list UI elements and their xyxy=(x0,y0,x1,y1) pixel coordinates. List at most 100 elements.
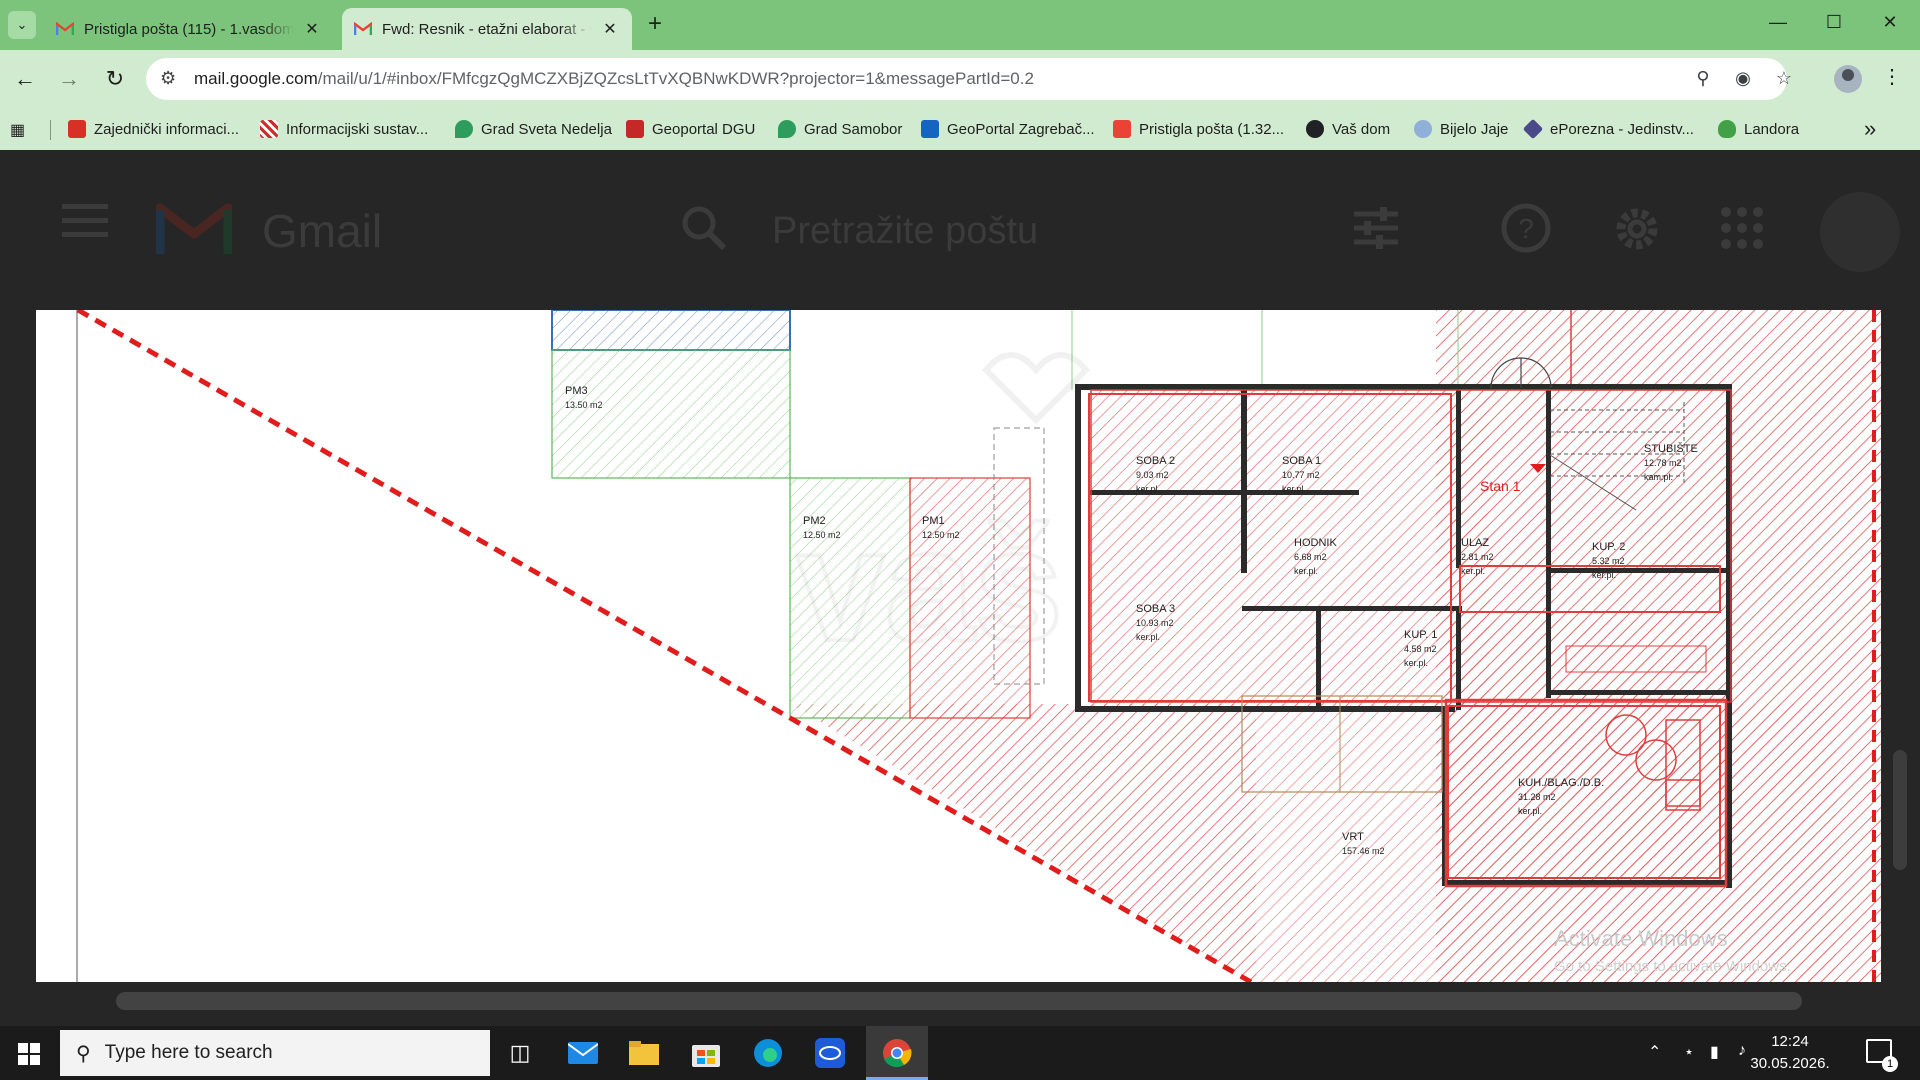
tab-inbox[interactable]: Pristigla pošta (115) - 1.vasdom ✕ xyxy=(44,8,334,50)
new-tab-button[interactable]: + xyxy=(648,12,662,36)
chrome-taskbar-item-active[interactable] xyxy=(866,1026,928,1080)
bookmark-item[interactable]: GeoPortal Zagrebač... xyxy=(921,116,1095,142)
more-bookmarks-icon[interactable]: » xyxy=(1864,116,1876,142)
bookmark-star-icon[interactable]: ☆ xyxy=(1772,68,1796,89)
search-options-icon[interactable] xyxy=(1352,206,1400,250)
bookmark-label: GeoPortal Zagrebač... xyxy=(947,120,1095,138)
close-icon[interactable]: ✕ xyxy=(302,19,322,39)
show-hidden-icons-icon[interactable]: ⌃ xyxy=(1648,1042,1661,1062)
bookmark-item[interactable]: Grad Samobor xyxy=(778,116,902,142)
google-apps-icon[interactable] xyxy=(1720,206,1764,250)
tab-title: Pristigla pošta (115) - 1.vasdom xyxy=(84,20,294,38)
bookmark-favicon-icon xyxy=(778,120,796,138)
bookmark-label: Geoportal DGU xyxy=(652,120,756,138)
bookmark-item[interactable]: Zajednički informaci... xyxy=(68,116,239,142)
close-icon[interactable]: ✕ xyxy=(600,19,620,39)
room-label: PM2 12.50 m2 xyxy=(803,515,841,540)
windows-start-icon[interactable] xyxy=(18,1043,40,1065)
store-icon[interactable] xyxy=(688,1036,724,1070)
notification-count-badge: 1 xyxy=(1882,1056,1898,1072)
tab-search-button[interactable]: ⌄ xyxy=(8,11,36,39)
bookmark-favicon-icon xyxy=(921,120,939,138)
gmail-search-input[interactable]: Pretražite poštu xyxy=(772,210,1038,253)
chrome-icon xyxy=(883,1039,912,1068)
zoom-icon[interactable]: ⚲ xyxy=(1691,68,1715,89)
bookmark-item[interactable]: Bijelo Jaje xyxy=(1414,116,1508,142)
bookmark-item[interactable]: ePorezna - Jedinstv... xyxy=(1522,116,1694,142)
room-label: KUH./BLAG./D.B. 31.28 m2 ker.pl. xyxy=(1518,777,1605,816)
forward-icon[interactable]: → xyxy=(56,66,82,92)
bookmark-favicon-icon xyxy=(455,120,473,138)
attachment-image-viewer[interactable]: vaš PM3 13.50 m2 PM2 12.50 m2 PM1 12.50 m2 … xyxy=(36,310,1881,982)
window-close-icon[interactable]: ✕ xyxy=(1878,12,1902,33)
eye-off-icon[interactable]: ◉ xyxy=(1731,68,1755,89)
system-clock[interactable]: 12:24 30.05.2026. xyxy=(1745,1031,1835,1075)
search-icon[interactable] xyxy=(680,204,728,252)
taskbar-search-box[interactable]: ⚲ Type here to search xyxy=(60,1030,490,1076)
url-text[interactable]: mail.google.com/mail/u/1/#inbox/FMfcgzQg… xyxy=(194,69,1034,89)
apps-grid-icon[interactable]: ▦ xyxy=(10,120,25,140)
browser-tab-strip: ⌄ Pristigla pošta (115) - 1.vasdom ✕ Fwd… xyxy=(0,0,1920,50)
task-view-icon[interactable]: ◫ xyxy=(502,1036,538,1070)
bookmark-label: Grad Sveta Nedelja xyxy=(481,120,612,138)
bookmark-favicon-icon xyxy=(1718,120,1736,138)
minimize-icon[interactable]: — xyxy=(1766,12,1790,33)
gmail-icon xyxy=(1113,120,1131,138)
gmail-logo-icon xyxy=(156,203,232,254)
hamburger-menu-icon[interactable] xyxy=(62,202,110,238)
horizontal-scrollbar[interactable] xyxy=(116,992,1802,1010)
network-icon[interactable]: ⋆ xyxy=(1684,1042,1694,1062)
unit-label: Stan 1 xyxy=(1480,478,1521,494)
bookmark-favicon-icon xyxy=(260,120,278,138)
room-label: SOBA 2 9.03 m2 ker.pl. xyxy=(1136,455,1176,494)
mail-app-icon[interactable] xyxy=(565,1036,601,1070)
bookmark-item[interactable]: Informacijski sustav... xyxy=(260,116,428,142)
floor-plan-drawing: vaš xyxy=(76,310,1881,982)
bookmark-item[interactable]: Landora xyxy=(1718,116,1799,142)
gmail-icon xyxy=(353,21,373,36)
activate-windows-subtitle: Go to Settings to activate Windows. xyxy=(1554,958,1791,975)
menu-kebab-icon[interactable]: ⋮ xyxy=(1882,64,1902,89)
site-info-icon[interactable]: ⚙ xyxy=(160,68,176,89)
room-label: KUP. 2 5.32 m2 ker.pl. xyxy=(1592,541,1626,580)
bookmark-label: Landora xyxy=(1744,120,1800,138)
teamviewer-icon[interactable] xyxy=(812,1036,848,1070)
url-host: mail.google.com xyxy=(194,69,318,88)
activate-windows-title: Activate Windows xyxy=(1554,926,1728,951)
edge-browser-icon[interactable] xyxy=(750,1036,786,1070)
bookmark-label: Bijelo Jaje xyxy=(1440,120,1509,138)
back-icon[interactable]: ← xyxy=(12,66,38,92)
address-bar[interactable]: ⚙ mail.google.com/mail/u/1/#inbox/FMfcgz… xyxy=(146,58,1792,100)
settings-gear-icon[interactable] xyxy=(1610,202,1664,256)
room-label: VRT 157.46 m2 xyxy=(1342,831,1385,856)
bookmark-item[interactable]: Pristigla pošta (1.32... xyxy=(1113,116,1284,142)
bookmark-label: Vaš dom xyxy=(1332,120,1391,138)
clock-time: 12:24 xyxy=(1771,1033,1809,1050)
globe-icon xyxy=(1306,120,1324,138)
bookmark-item[interactable]: Geoportal DGU xyxy=(626,116,755,142)
account-avatar[interactable] xyxy=(1820,192,1900,272)
parking-blue xyxy=(551,310,791,351)
help-icon[interactable]: ? xyxy=(1500,202,1552,254)
vertical-scrollbar[interactable] xyxy=(1893,750,1907,870)
tab-elaborat[interactable]: Fwd: Resnik - etažni elaborat - vasdom ✕ xyxy=(342,8,632,50)
bookmark-item[interactable]: Grad Sveta Nedelja xyxy=(455,116,612,142)
bookmark-item[interactable]: Vaš dom xyxy=(1306,116,1390,142)
bookmark-label: ePorezna - Jedinstv... xyxy=(1550,120,1694,138)
bookmark-label: Grad Samobor xyxy=(804,120,903,138)
battery-icon[interactable]: ▮ xyxy=(1710,1042,1719,1062)
gmail-logo-text: Gmail xyxy=(262,205,383,257)
bookmark-favicon-icon xyxy=(68,120,86,138)
maximize-icon[interactable]: ☐ xyxy=(1822,12,1846,33)
bookmarks-bar: ▦ Zajednički informaci... Informacijski … xyxy=(0,108,1920,150)
browser-toolbar: ← → ↻ ⚙ mail.google.com/mail/u/1/#inbox/… xyxy=(0,50,1920,108)
bookmarks-divider xyxy=(50,120,51,140)
bookmark-favicon-icon xyxy=(1522,118,1544,140)
reload-icon[interactable]: ↻ xyxy=(102,66,128,92)
clock-date: 30.05.2026. xyxy=(1750,1055,1830,1072)
profile-avatar[interactable] xyxy=(1834,65,1862,93)
gmail-header-dimmed: Gmail Pretražite poštu ? xyxy=(0,150,1920,310)
url-path: /mail/u/1/#inbox/FMfcgzQgMCZXBjZQZcsLtTv… xyxy=(317,69,1034,88)
file-explorer-icon[interactable] xyxy=(626,1036,662,1070)
room-label: PM1 12.50 m2 xyxy=(922,515,960,540)
